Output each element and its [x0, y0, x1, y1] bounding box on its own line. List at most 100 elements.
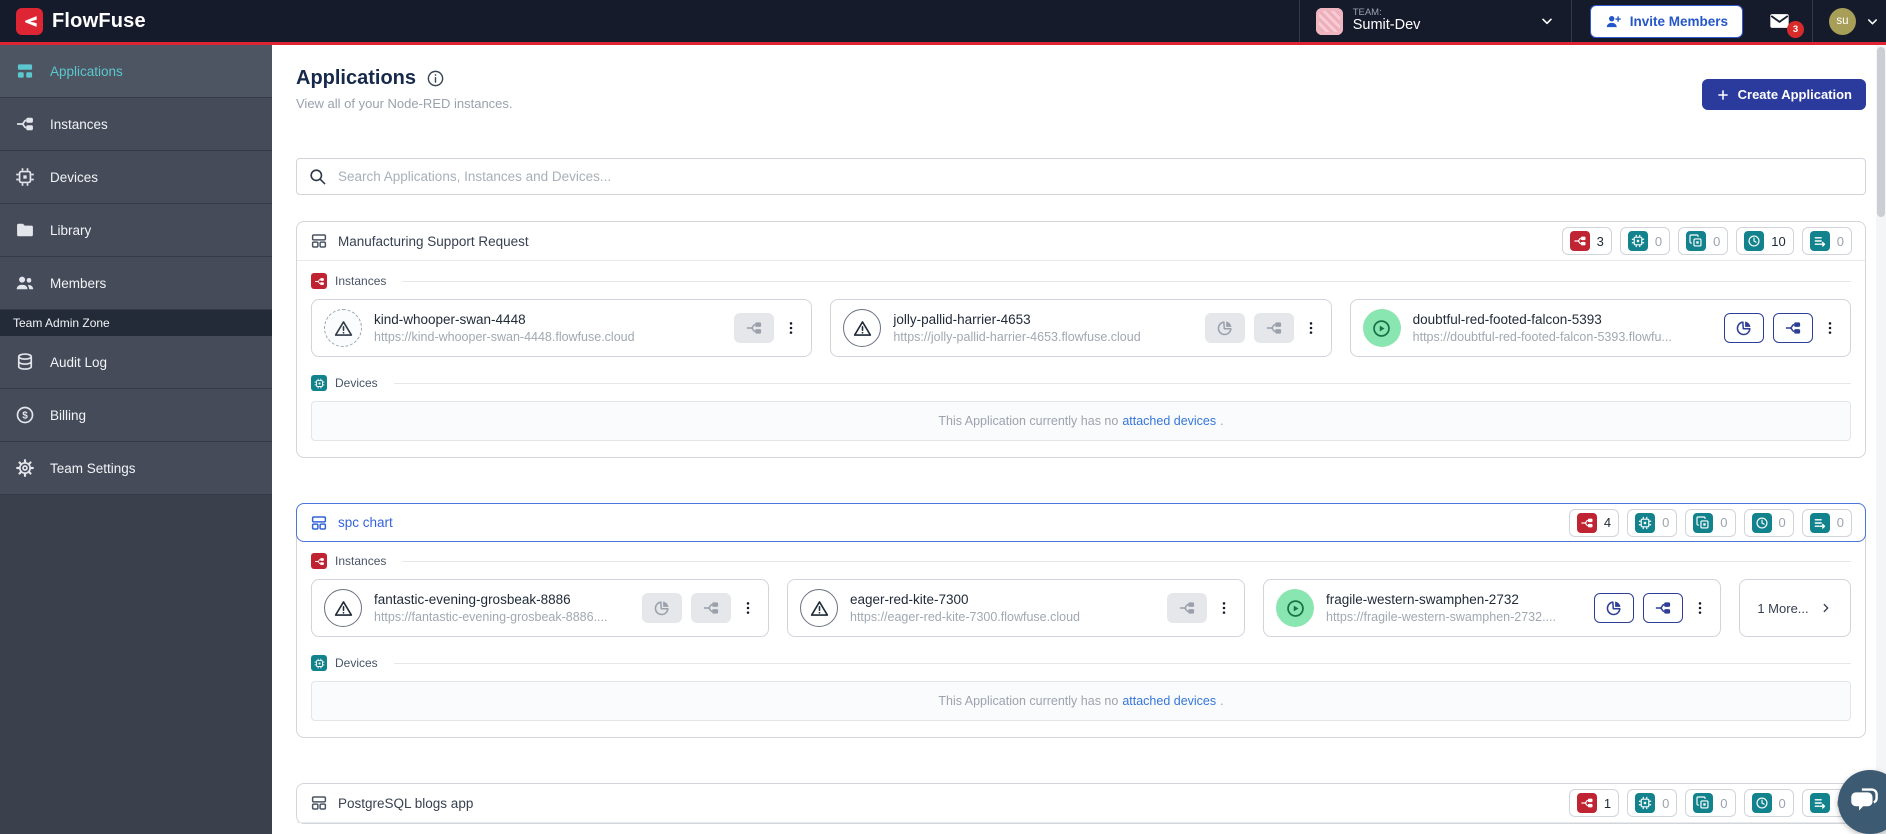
user-menu[interactable]: su	[1812, 0, 1886, 42]
application-header[interactable]: Manufacturing Support Request 3 0 0 10 0	[297, 222, 1865, 261]
device-icon	[1635, 512, 1656, 533]
pipelines-icon	[1809, 231, 1830, 251]
application-stats: 10000	[1568, 789, 1852, 817]
pipelines-icon	[1809, 512, 1830, 533]
create-application-button[interactable]: Create Application	[1701, 79, 1866, 110]
scrollbar[interactable]	[1876, 45, 1886, 834]
sidebar-item-devices[interactable]: Devices	[0, 151, 272, 204]
devices-empty-text: This Application currently has no	[938, 694, 1119, 708]
instance-name: kind-whooper-swan-4448	[374, 312, 526, 327]
notifications-button[interactable]: 3	[1761, 0, 1812, 42]
stat-badge-device: 0	[1627, 789, 1678, 817]
search-input[interactable]	[336, 168, 1854, 185]
invite-members-label: Invite Members	[1629, 13, 1728, 29]
instance-tile[interactable]: fragile-western-swamphen-2732 https://fra…	[1263, 579, 1721, 637]
open-editor-button[interactable]	[1253, 313, 1294, 343]
search-bar	[296, 158, 1866, 195]
team-admin-zone-label: Team Admin Zone	[0, 310, 272, 336]
open-editor-button[interactable]	[1773, 313, 1813, 343]
application-card: PostgreSQL blogs app10000	[296, 783, 1866, 824]
invite-members-button[interactable]: Invite Members	[1589, 4, 1743, 38]
open-editor-button[interactable]	[734, 313, 775, 343]
sidebar-item-label: Members	[50, 275, 107, 291]
stat-count: 10	[1771, 233, 1786, 249]
instances-icon	[15, 114, 35, 134]
page-subtitle: View all of your Node-RED instances.	[296, 96, 513, 111]
open-editor-button[interactable]	[1643, 593, 1683, 623]
open-dashboard-button[interactable]	[642, 593, 682, 623]
instance-tile[interactable]: kind-whooper-swan-4448 https://kind-whoop…	[311, 299, 813, 357]
sidebar: Applications Instances Devices Library Membe…	[0, 45, 272, 834]
open-editor-button[interactable]	[691, 593, 731, 623]
open-editor-button[interactable]	[1167, 593, 1207, 623]
instances-section-label: Instances	[311, 553, 1851, 569]
kebab-menu-button[interactable]	[1822, 315, 1838, 341]
scrollbar-thumb[interactable]	[1877, 47, 1885, 217]
kebab-menu-button[interactable]	[783, 315, 799, 341]
sidebar-item-team-settings[interactable]: Team Settings	[0, 442, 272, 495]
instance-url: https://jolly-pallid-harrier-4653.flowfu…	[893, 330, 1141, 344]
application-header[interactable]: spc chart 4 0 0 0 0	[296, 503, 1866, 542]
stat-badge-device-group: 0	[1678, 227, 1729, 255]
stat-badge-device-group: 0	[1685, 789, 1736, 817]
stat-badge-clock: 0	[1743, 508, 1794, 537]
stat-badge-pipelines: 0	[1801, 227, 1852, 255]
attached-devices-link[interactable]: attached devices	[1122, 414, 1216, 428]
instance-url: https://fragile-western-swamphen-2732...…	[1326, 610, 1556, 624]
stat-badge-instances: 3	[1561, 227, 1612, 255]
instance-url: https://eager-red-kite-7300.flowfuse.clo…	[850, 610, 1080, 624]
stat-count: 0	[1662, 795, 1670, 811]
team-selector[interactable]: TEAM: Sumit-Dev	[1298, 0, 1571, 42]
stat-count: 0	[1662, 515, 1670, 530]
kebab-menu-button[interactable]	[740, 595, 756, 621]
stat-count: 0	[1778, 515, 1786, 530]
sidebar-item-billing[interactable]: $ Billing	[0, 389, 272, 442]
instance-tile[interactable]: jolly-pallid-harrier-4653 https://jolly-p…	[830, 299, 1332, 357]
clock-icon	[1744, 231, 1765, 251]
instance-tile[interactable]: eager-red-kite-7300 https://eager-red-kit…	[787, 579, 1245, 637]
stat-count: 0	[1720, 795, 1728, 811]
info-icon[interactable]	[426, 69, 445, 88]
application-stats: 3 0 0 10 0	[1561, 227, 1852, 255]
create-application-label: Create Application	[1737, 87, 1852, 102]
stat-count: 0	[1654, 233, 1663, 249]
section-label-text: Devices	[335, 656, 378, 670]
team-settings-icon	[15, 458, 35, 478]
brand[interactable]: FlowFuse	[0, 7, 162, 35]
instances-icon	[1569, 231, 1590, 251]
open-dashboard-button[interactable]	[1594, 593, 1634, 623]
instance-tile[interactable]: doubtful-red-footed-falcon-5393 https://d…	[1349, 299, 1851, 357]
instance-name: eager-red-kite-7300	[850, 592, 969, 607]
stat-badge-instances: 1	[1568, 789, 1620, 817]
open-dashboard-button[interactable]	[1204, 313, 1245, 343]
instances-icon	[311, 553, 327, 569]
sidebar-item-members[interactable]: Members	[0, 257, 272, 310]
device-icon	[311, 655, 327, 671]
instance-status-running-icon	[1362, 309, 1401, 347]
svg-text:$: $	[22, 411, 28, 422]
instance-name: fantastic-evening-grosbeak-8886	[374, 592, 571, 607]
open-dashboard-button[interactable]	[1724, 313, 1764, 343]
more-instances-button[interactable]: 1 More...	[1739, 579, 1851, 637]
clock-icon	[1751, 793, 1772, 813]
sidebar-item-library[interactable]: Library	[0, 204, 272, 257]
user-avatar: su	[1829, 7, 1856, 35]
applications-outline-icon	[310, 514, 328, 532]
chevron-down-icon	[1539, 13, 1555, 29]
chevron-down-icon	[1865, 14, 1880, 29]
applications-outline-icon	[310, 794, 328, 812]
kebab-menu-button[interactable]	[1303, 315, 1319, 341]
devices-empty-text: This Application currently has no	[938, 414, 1119, 428]
clock-icon	[1751, 512, 1772, 533]
kebab-menu-button[interactable]	[1216, 595, 1232, 621]
device-icon	[1627, 231, 1648, 251]
sidebar-item-label: Applications	[50, 63, 123, 79]
attached-devices-link[interactable]: attached devices	[1122, 694, 1216, 708]
kebab-menu-button[interactable]	[1692, 595, 1708, 621]
application-header[interactable]: PostgreSQL blogs app10000	[297, 784, 1865, 823]
sidebar-item-audit-log[interactable]: Audit Log	[0, 336, 272, 389]
instance-tile[interactable]: fantastic-evening-grosbeak-8886 https://f…	[311, 579, 769, 637]
applications-outline-icon	[310, 232, 328, 250]
sidebar-item-applications[interactable]: Applications	[0, 45, 272, 98]
sidebar-item-instances[interactable]: Instances	[0, 98, 272, 151]
